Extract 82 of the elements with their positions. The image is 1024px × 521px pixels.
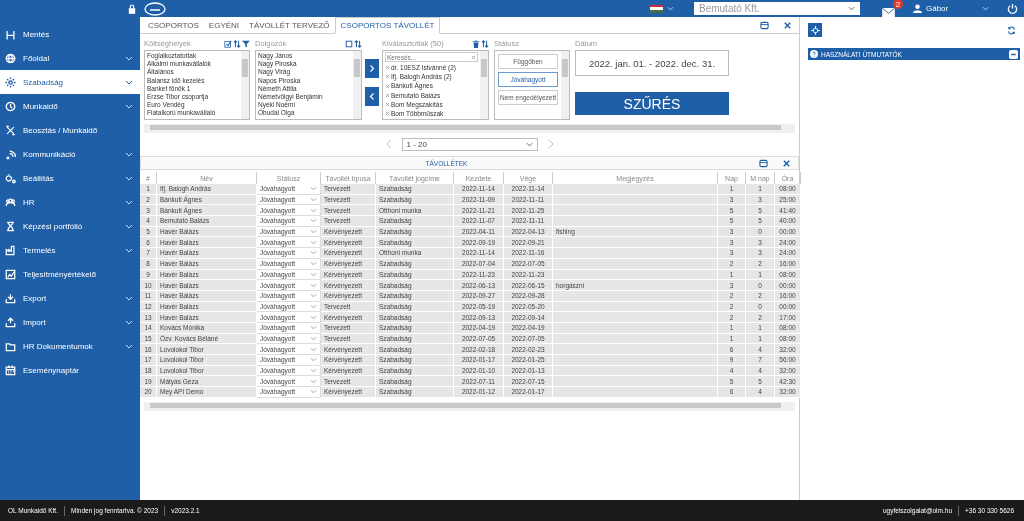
save-icon: [5, 28, 16, 40]
scrollbar[interactable]: [241, 51, 249, 119]
sidebar-item[interactable]: Eseménynaptár: [0, 358, 140, 382]
remove-icon[interactable]: [385, 111, 390, 117]
clock-icon: [5, 100, 16, 112]
sidebar-item[interactable]: Import: [0, 310, 140, 334]
chart-icon: [5, 268, 16, 280]
clear-icon[interactable]: [471, 54, 476, 60]
refresh-icon[interactable]: [1007, 25, 1016, 35]
power-icon[interactable]: [1007, 3, 1018, 14]
remove-icon[interactable]: [385, 92, 390, 98]
sidebar-item[interactable]: Mentés: [0, 22, 140, 46]
tab[interactable]: TÁVOLLÉT TERVEZŐ: [244, 17, 335, 33]
sidebar-item[interactable]: Export: [0, 286, 140, 310]
user-icon: [913, 4, 922, 13]
filter-button[interactable]: SZŰRÉS: [575, 92, 729, 115]
tray-icon: [5, 292, 16, 304]
previous-icon[interactable]: [385, 139, 392, 149]
scrollbar[interactable]: [144, 401, 795, 411]
remove-button[interactable]: [365, 87, 379, 106]
scrollbar[interactable]: [353, 51, 361, 119]
sun-icon: [5, 76, 16, 88]
scrollbar[interactable]: [144, 124, 795, 133]
tray-icon: [5, 316, 16, 328]
sidebar-item[interactable]: HR: [0, 190, 140, 214]
globe-icon: [5, 52, 16, 64]
tab[interactable]: EGYÉNI: [203, 17, 245, 33]
sidebar-item[interactable]: Termelés: [0, 238, 140, 262]
sidebar-item[interactable]: Kommunikáció: [0, 142, 140, 166]
minimize-icon[interactable]: [759, 158, 768, 168]
tools-icon: [5, 124, 16, 136]
sidebar-item[interactable]: Beállítás: [0, 166, 140, 190]
mail-icon[interactable]: [882, 8, 895, 17]
sidebar-item[interactable]: Beosztás / Munkaidő: [0, 118, 140, 142]
sidebar-item[interactable]: Munkaidő: [0, 94, 140, 118]
calendar-icon: [5, 364, 16, 376]
minimize-icon[interactable]: [760, 20, 769, 30]
sort-icon[interactable]: [233, 39, 241, 48]
minimize-icon[interactable]: [1009, 49, 1018, 59]
gear-icon: [5, 172, 16, 184]
sort-icon[interactable]: [481, 39, 489, 48]
date-range-field[interactable]: 2022. jan. 01. - 2022. dec. 31.: [575, 50, 729, 76]
filter-icon[interactable]: [242, 39, 250, 48]
target-button[interactable]: [808, 23, 822, 37]
signal-icon: [5, 148, 16, 160]
help-icon: [810, 50, 818, 58]
next-icon[interactable]: [547, 139, 554, 149]
remove-icon[interactable]: [385, 65, 390, 71]
scrollbar[interactable]: [561, 51, 569, 119]
checklist-icon[interactable]: [224, 39, 232, 48]
notification-badge: 2: [893, 0, 903, 9]
hourglass-icon: [5, 220, 16, 232]
sidebar-item[interactable]: Főoldal: [0, 46, 140, 70]
caret-icon: [848, 6, 855, 11]
close-icon[interactable]: [783, 20, 792, 30]
chevron-icon: [369, 92, 375, 101]
people-icon: [5, 196, 16, 208]
remove-icon[interactable]: [385, 74, 390, 80]
factory-icon: [5, 244, 16, 256]
checkbox-icon[interactable]: [345, 39, 353, 48]
flag-icon[interactable]: [650, 4, 663, 13]
remove-icon[interactable]: [385, 101, 390, 107]
sidebar-item[interactable]: HR Dokumentumok: [0, 334, 140, 358]
folder-icon: [5, 340, 16, 352]
sidebar-item[interactable]: Képzési portfólió: [0, 214, 140, 238]
sort-icon[interactable]: [354, 39, 362, 48]
close-icon[interactable]: [782, 158, 791, 168]
remove-icon[interactable]: [385, 83, 390, 89]
lock-icon[interactable]: [128, 3, 136, 14]
tab[interactable]: CSOPORTOS TÁVOLLÉT: [334, 17, 441, 34]
scrollbar[interactable]: [480, 51, 488, 119]
chevron-icon: [369, 64, 375, 73]
tab[interactable]: CSOPORTOS: [143, 17, 204, 33]
sidebar-item[interactable]: Teljesítményértékelő: [0, 262, 140, 286]
caret-icon[interactable]: [982, 6, 989, 11]
user-menu[interactable]: Gábor: [926, 4, 978, 13]
add-button[interactable]: [365, 59, 379, 78]
sidebar-item[interactable]: Szabadság: [0, 70, 140, 94]
caret-icon: [525, 141, 533, 147]
page-dropdown[interactable]: 1 - 20: [401, 137, 538, 151]
trash-icon[interactable]: [472, 39, 480, 48]
caret-icon[interactable]: [667, 6, 674, 11]
